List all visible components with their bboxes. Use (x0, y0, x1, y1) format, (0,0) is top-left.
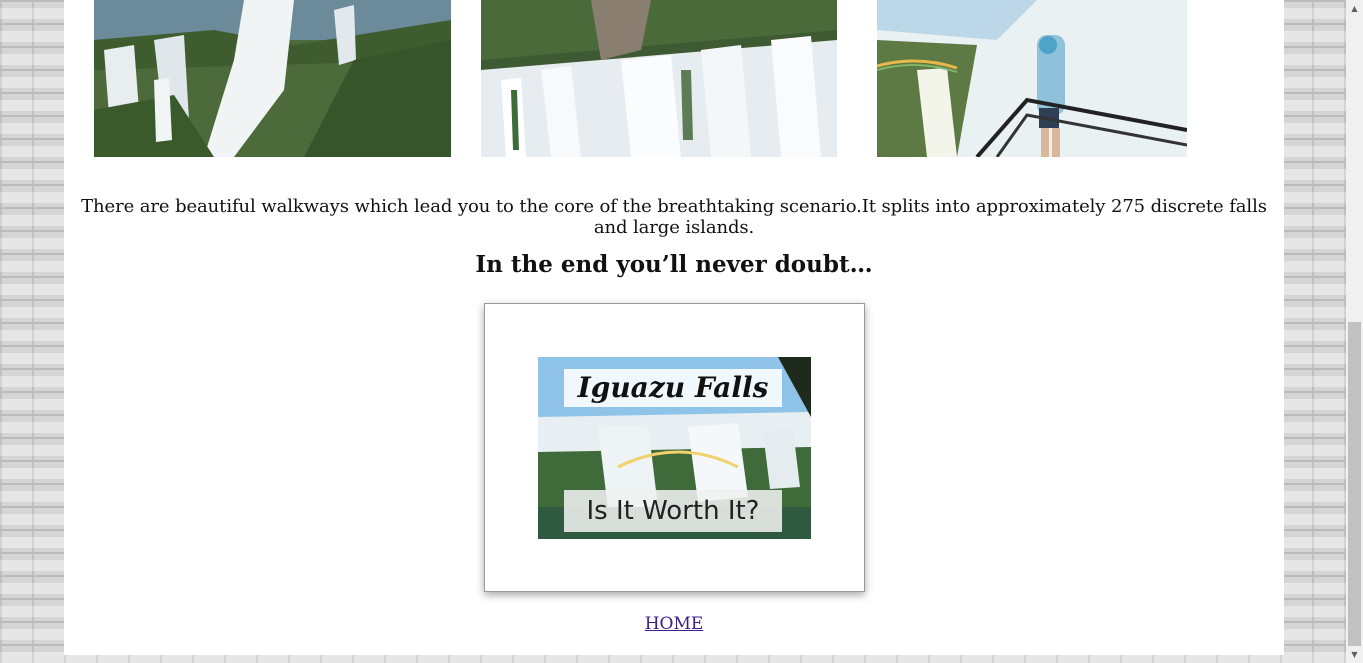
walkways-paragraph: There are beautiful walkways which lead … (81, 196, 1267, 238)
home-link[interactable]: HOME (645, 614, 704, 634)
vertical-scrollbar[interactable]: ▲ ▼ (1346, 0, 1363, 663)
section-heading: In the end you’ll never doubt… (475, 251, 873, 278)
scroll-up-arrow-icon[interactable]: ▲ (1346, 0, 1363, 17)
aerial-falls-photo (94, 0, 451, 157)
iguazu-banner-image: Iguazu Falls Is It Worth It? (538, 357, 811, 539)
banner-frame: Iguazu Falls Is It Worth It? (484, 303, 865, 592)
banner-subtitle: Is It Worth It? (564, 490, 782, 532)
content-page: There are beautiful walkways which lead … (64, 0, 1284, 655)
scroll-down-arrow-icon[interactable]: ▼ (1346, 646, 1363, 663)
scrollbar-thumb[interactable] (1348, 322, 1361, 646)
home-link-wrapper: HOME (64, 614, 1284, 634)
walkway-viewer-photo (877, 0, 1187, 157)
banner-title: Iguazu Falls (564, 369, 782, 407)
devils-throat-photo (481, 0, 837, 157)
